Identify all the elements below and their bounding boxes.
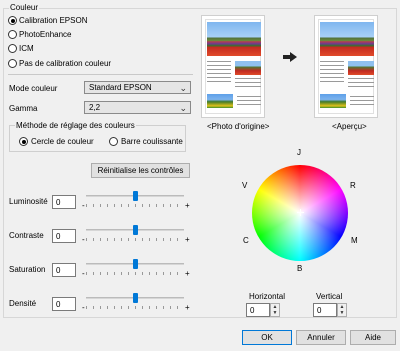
slider-plus-label: +: [185, 201, 190, 210]
right-arrow-icon: [283, 52, 297, 62]
radio-cercle-couleur[interactable]: [19, 137, 28, 146]
gamma-value: 2,2: [89, 103, 101, 112]
slider-thumb[interactable]: [133, 225, 138, 235]
slider-ticks: [86, 238, 184, 241]
horizontal-input[interactable]: 0: [246, 303, 270, 317]
chevron-down-icon: ⌄: [179, 83, 187, 93]
slider-value: 0: [56, 300, 61, 309]
slider-thumb[interactable]: [133, 259, 138, 269]
slider-minus-label: -: [82, 303, 85, 312]
flower-field-photo: [320, 22, 374, 56]
slider-ticks: [86, 272, 184, 275]
radio-icm[interactable]: [8, 44, 17, 53]
wheel-label-c: C: [243, 236, 249, 245]
annuler-button[interactable]: Annuler: [296, 330, 346, 345]
radio-calibration-epson[interactable]: [8, 16, 17, 25]
apercu-label: <Aperçu>: [332, 122, 367, 131]
text-block: [207, 61, 231, 85]
slider-ticks: [86, 306, 184, 309]
slider-minus-label: -: [82, 235, 85, 244]
slider-minus-label: -: [82, 269, 85, 278]
slider-value-input[interactable]: 0: [52, 263, 76, 277]
aide-button[interactable]: Aide: [350, 330, 396, 345]
vertical-value: 0: [317, 306, 322, 315]
wheel-label-m: M: [351, 236, 358, 245]
spin-down-icon[interactable]: ▼: [338, 310, 346, 316]
radio-icm-label[interactable]: ICM: [19, 44, 34, 54]
small-photo: [207, 94, 233, 108]
slider-ticks: [86, 204, 184, 207]
text-block: [235, 78, 261, 90]
vertical-input[interactable]: 0: [313, 303, 337, 317]
radio-barre-coulissante[interactable]: [109, 137, 118, 146]
wheel-label-b: B: [297, 264, 303, 273]
slider-value-input[interactable]: 0: [52, 297, 76, 311]
mode-couleur-label: Mode couleur: [9, 84, 58, 93]
slider-value-input[interactable]: 0: [52, 195, 76, 209]
radio-photoenhance-label[interactable]: PhotoEnhance: [19, 30, 72, 40]
slider-value: 0: [56, 266, 61, 275]
mode-couleur-select[interactable]: Standard EPSON ⌄: [84, 81, 191, 94]
wheel-label-r: R: [350, 181, 356, 190]
horizontal-value: 0: [250, 306, 255, 315]
crosshair-icon[interactable]: [297, 209, 304, 216]
slider-label: Luminosité: [9, 197, 48, 206]
slider-value: 0: [56, 198, 61, 207]
divider: [8, 74, 193, 75]
text-block: [350, 96, 374, 108]
horizontal-label: Horizontal: [249, 292, 286, 301]
slider-plus-label: +: [185, 269, 190, 278]
slider-plus-label: +: [185, 303, 190, 312]
vertical-spinner[interactable]: ▲ ▼: [337, 303, 347, 317]
ok-button[interactable]: OK: [242, 330, 292, 345]
small-photo: [348, 61, 374, 75]
text-block: [348, 78, 374, 90]
small-photo: [320, 94, 346, 108]
slider-label: Contraste: [9, 231, 44, 240]
slider-value: 0: [56, 232, 61, 241]
wheel-label-v: V: [242, 181, 248, 190]
wheel-label-j: J: [297, 148, 301, 157]
radio-no-calibration[interactable]: [8, 59, 17, 68]
radio-barre-coulissante-label[interactable]: Barre coulissante: [121, 137, 183, 147]
slider-value-input[interactable]: 0: [52, 229, 76, 243]
slider-minus-label: -: [82, 201, 85, 210]
radio-cercle-couleur-label[interactable]: Cercle de couleur: [31, 137, 94, 147]
slider-label: Saturation: [9, 265, 46, 274]
radio-photoenhance[interactable]: [8, 30, 17, 39]
text-block: [320, 61, 344, 85]
couleur-group-title: Couleur: [9, 3, 40, 13]
spin-down-icon[interactable]: ▼: [271, 310, 279, 316]
gamma-label: Gamma: [9, 104, 38, 113]
mode-couleur-value: Standard EPSON: [89, 83, 152, 92]
slider-plus-label: +: [185, 235, 190, 244]
radio-no-calibration-label[interactable]: Pas de calibration couleur: [19, 59, 111, 69]
text-block: [237, 96, 261, 108]
apercu-preview: [314, 15, 378, 118]
original-photo-label: <Photo d'origine>: [207, 122, 270, 131]
horizontal-spinner[interactable]: ▲ ▼: [270, 303, 280, 317]
radio-calibration-epson-label[interactable]: Calibration EPSON: [19, 16, 87, 26]
slider-label: Densité: [9, 299, 37, 308]
reset-controls-button[interactable]: Réinitialise les contrôles: [91, 163, 190, 178]
slider-thumb[interactable]: [133, 191, 138, 201]
original-photo-preview: [201, 15, 265, 118]
vertical-label: Vertical: [316, 292, 343, 301]
small-photo: [235, 61, 261, 75]
chevron-down-icon: ⌄: [179, 103, 187, 113]
flower-field-photo: [207, 22, 261, 56]
methode-group-title: Méthode de réglage des couleurs: [15, 121, 136, 131]
slider-thumb[interactable]: [133, 293, 138, 303]
gamma-select[interactable]: 2,2 ⌄: [84, 101, 191, 114]
